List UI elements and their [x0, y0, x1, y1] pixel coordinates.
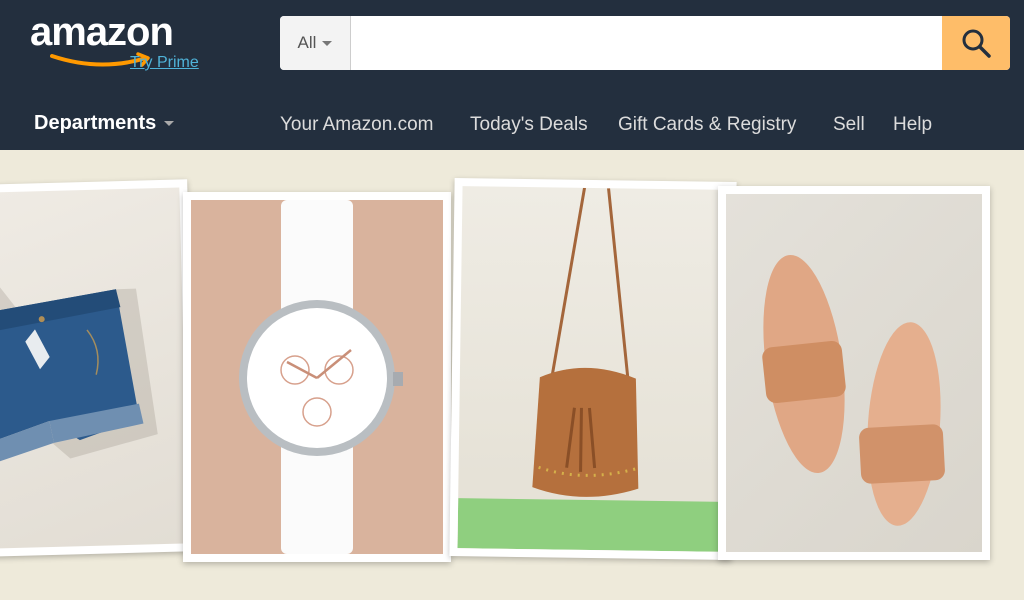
- search-button[interactable]: [942, 16, 1010, 70]
- logo-wordmark: amazon: [30, 10, 174, 54]
- product-image: [0, 187, 189, 549]
- top-header: amazon Try Prime All Departments Your Am…: [0, 0, 1024, 150]
- product-card-bucket-bag[interactable]: [449, 178, 737, 560]
- departments-menu[interactable]: Departments: [34, 112, 175, 135]
- watch-image: [239, 200, 403, 554]
- product-card-slides[interactable]: [718, 186, 990, 560]
- nav-sell[interactable]: Sell: [833, 114, 865, 136]
- bucket-bag-image: [457, 187, 725, 552]
- rose-gold-slides-image: [762, 254, 945, 526]
- departments-label: Departments: [34, 112, 157, 134]
- nav-gift-cards-registry[interactable]: Gift Cards & Registry: [618, 114, 796, 136]
- chevron-down-icon: [164, 121, 175, 126]
- search-input[interactable]: [351, 16, 941, 70]
- nav-help[interactable]: Help: [893, 114, 932, 136]
- search-icon: [962, 29, 991, 58]
- product-image: [457, 186, 729, 552]
- product-card-denim-shorts[interactable]: [0, 179, 197, 557]
- search-bar: All: [280, 16, 1010, 70]
- nav-your-amazon[interactable]: Your Amazon.com: [280, 114, 434, 136]
- product-card-watch[interactable]: [183, 192, 451, 562]
- denim-shorts-image: [0, 268, 158, 465]
- nav-bar: Departments Your Amazon.com Today's Deal…: [0, 102, 1024, 146]
- amazon-logo[interactable]: amazon Try Prime: [30, 10, 220, 72]
- search-category-label: All: [297, 33, 317, 52]
- product-image: [726, 194, 982, 552]
- chevron-down-icon: [322, 40, 333, 46]
- try-prime-link[interactable]: Try Prime: [130, 54, 199, 72]
- nav-todays-deals[interactable]: Today's Deals: [470, 114, 588, 136]
- search-category-dropdown[interactable]: All: [280, 16, 351, 70]
- product-image: [191, 200, 443, 554]
